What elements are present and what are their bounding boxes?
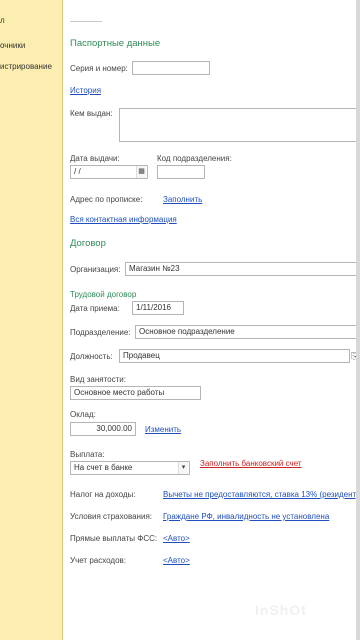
series-number-label: Серия и номер: — [70, 64, 128, 73]
organization-value: Магазин №23 — [129, 264, 180, 273]
issued-by-textarea[interactable] — [119, 108, 360, 142]
insurance-label: Условия страхования: — [70, 512, 152, 521]
salary-input[interactable]: 30,000.00 — [70, 422, 136, 436]
hire-date-input[interactable]: 1/11/2016 — [132, 301, 184, 315]
employment-type-input[interactable]: Основное место работы — [70, 386, 201, 400]
division-input[interactable]: Основное подразделение — [135, 325, 360, 339]
address-label: Адрес по прописке: — [70, 195, 143, 204]
scrollbar[interactable] — [356, 0, 360, 640]
fill-bank-account-link[interactable]: Заполнить банковский счет — [200, 459, 302, 468]
division-label: Подразделение: — [70, 328, 131, 337]
expenses-label: Учет расходов: — [70, 556, 126, 565]
hire-date-label: Дата приема: — [70, 304, 120, 313]
fill-address-link[interactable]: Заполнить — [163, 195, 202, 204]
top-cut-off-element — [70, 16, 102, 22]
position-value: Продавец — [123, 351, 160, 360]
issue-date-label: Дата выдачи: — [70, 154, 120, 163]
income-tax-label: Налог на доходы: — [70, 490, 136, 499]
payment-select[interactable]: На счет в банке — [70, 461, 190, 475]
salary-value: 30,000.00 — [96, 424, 132, 433]
issue-date-value: / / — [74, 167, 81, 176]
contract-section-title: Договор — [70, 238, 106, 249]
issued-by-label: Кем выдан: — [70, 109, 113, 118]
change-salary-link[interactable]: Изменить — [145, 425, 181, 434]
hire-date-value: 1/11/2016 — [136, 303, 171, 312]
insurance-link[interactable]: Граждане РФ, инвалидность не установлена — [163, 512, 329, 521]
passport-section-title: Паспортные данные — [70, 38, 161, 49]
salary-label: Оклад: — [70, 410, 96, 419]
employment-type-value: Основное место работы — [74, 388, 165, 397]
payment-value: На счет в банке — [74, 463, 133, 472]
history-link[interactable]: История — [70, 86, 101, 95]
dropdown-arrow-icon[interactable]: ▾ — [178, 462, 188, 474]
dept-code-input[interactable] — [157, 165, 205, 179]
series-number-input[interactable] — [132, 61, 210, 75]
fss-label: Прямые выплаты ФСС: — [70, 534, 158, 543]
organization-label: Организация: — [70, 265, 121, 274]
sidebar-item-administration[interactable]: истрирование — [0, 62, 52, 71]
position-label: Должность: — [70, 352, 113, 361]
labor-contract-title: Трудовой договор — [70, 290, 137, 299]
payment-label: Выплата: — [70, 450, 105, 459]
sidebar-item-reference-books[interactable]: очники — [0, 41, 25, 50]
organization-input[interactable]: Магазин №23 — [125, 262, 360, 276]
expenses-link[interactable]: <Авто> — [163, 556, 190, 565]
income-tax-link[interactable]: Вычеты не предоставляются, ставка 13% (р… — [163, 490, 359, 499]
division-value: Основное подразделение — [139, 327, 235, 336]
all-contacts-link[interactable]: Вся контактная информация — [70, 215, 177, 224]
dept-code-label: Код подразделения: — [157, 154, 232, 163]
calendar-icon[interactable]: ▦ — [136, 166, 146, 178]
position-input[interactable]: Продавец — [119, 349, 350, 363]
fss-link[interactable]: <Авто> — [163, 534, 190, 543]
sidebar-item-1[interactable]: л — [0, 16, 5, 25]
employment-type-label: Вид занятости: — [70, 375, 126, 384]
employee-form: Паспортные данные Серия и номер: История… — [63, 0, 360, 640]
watermark-logo: InShOt — [255, 602, 307, 618]
left-sidebar: л очники истрирование — [0, 0, 63, 640]
